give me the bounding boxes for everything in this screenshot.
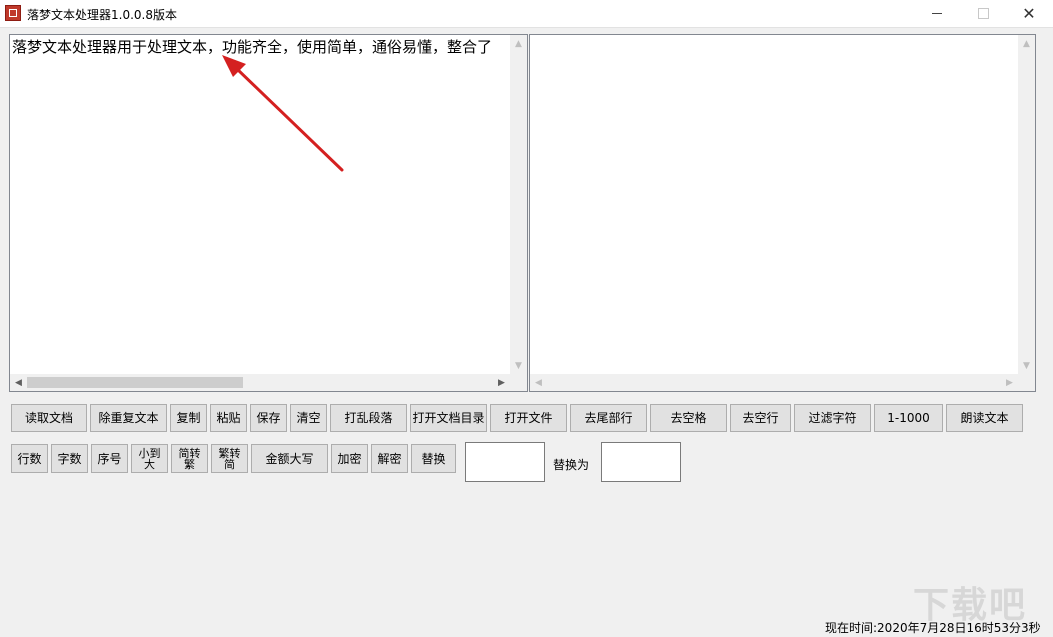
- annotation-arrow-icon: [222, 55, 344, 172]
